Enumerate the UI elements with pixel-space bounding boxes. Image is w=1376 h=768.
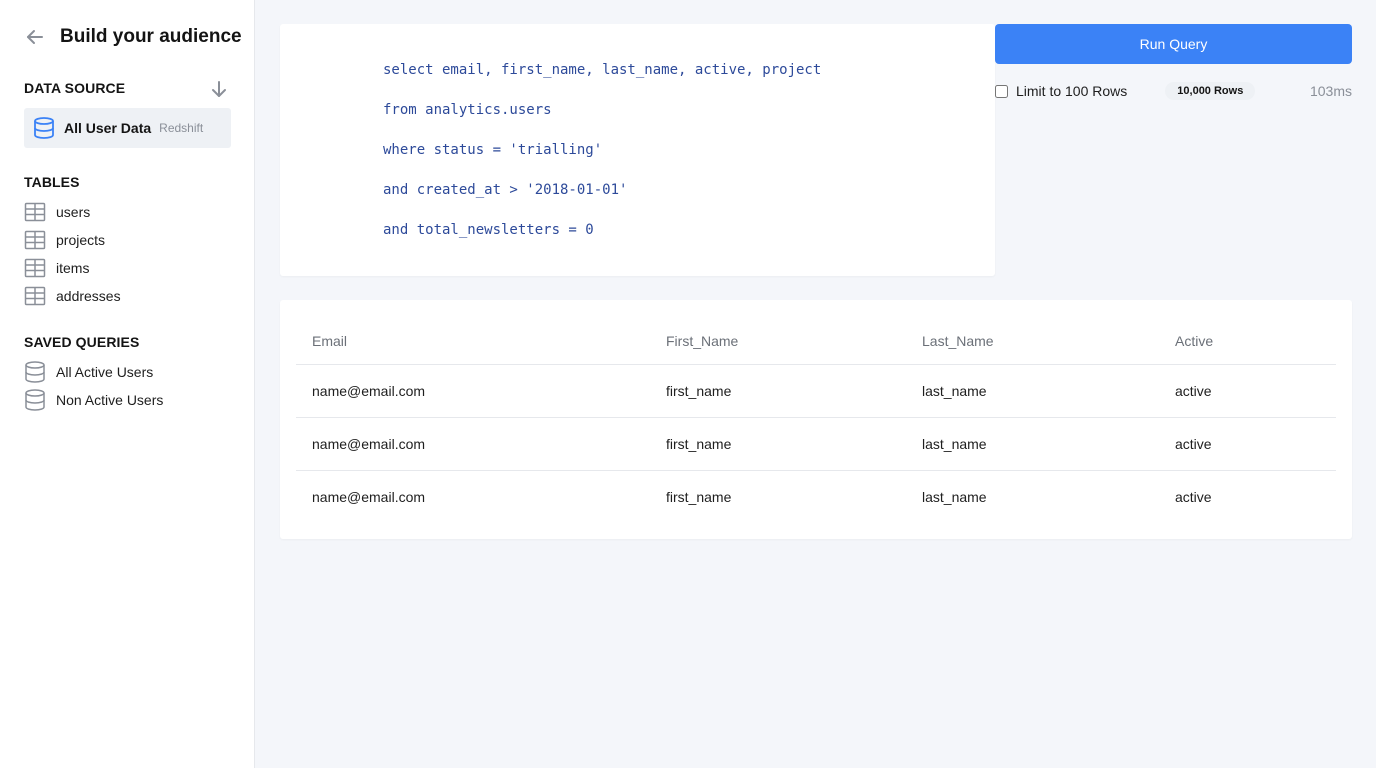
table-icon: [24, 229, 46, 251]
arrow-left-icon: [27, 30, 43, 44]
column-header-active: Active: [1159, 318, 1336, 365]
cell-active: active: [1159, 417, 1336, 471]
cell-first-name: first_name: [650, 364, 906, 418]
run-query-button[interactable]: Run Query: [995, 24, 1352, 64]
cell-last-name: last_name: [906, 417, 1159, 471]
query-options: Limit to 100 Rows 10,000 Rows 103ms: [995, 80, 1352, 102]
cell-active: active: [1175, 489, 1212, 505]
cell-email: name@email.com: [296, 417, 650, 471]
sql-line: and total_newsletters = 0: [383, 222, 594, 238]
sort-button[interactable]: [208, 78, 230, 100]
table-icon: [24, 285, 46, 307]
table-row: name@email.com first_name last_name acti…: [296, 471, 1336, 524]
cell-email: name@email.com: [312, 489, 426, 505]
limit-checkbox[interactable]: [995, 84, 1008, 98]
limit-label[interactable]: Limit to 100 Rows: [1016, 83, 1127, 99]
cell-first-name: first_name: [650, 417, 906, 471]
data-source-name: All User Data: [64, 120, 152, 136]
table-item-label: items: [56, 260, 90, 276]
table-icon: [24, 201, 46, 223]
sidebar: Build your audience DATA SOURCE All User…: [0, 0, 255, 768]
table-header-row: Email First_Name Last_Name Active: [296, 318, 1336, 365]
cell-first-name: first_name: [666, 489, 732, 505]
data-source-heading: DATA SOURCE: [24, 80, 126, 96]
database-icon: [33, 117, 55, 139]
table-row: name@email.com first_name last_name acti…: [296, 417, 1336, 471]
cell-last-name: last_name: [922, 489, 987, 505]
sql-line: where status = 'trialling': [383, 142, 603, 158]
table-item-projects[interactable]: projects: [24, 226, 121, 254]
database-icon: [24, 361, 46, 383]
saved-query-label: All Active Users: [56, 364, 154, 380]
column-header-email: Email: [296, 318, 650, 365]
saved-query-non-active-users[interactable]: Non Active Users: [24, 386, 163, 414]
table-item-users[interactable]: users: [24, 198, 121, 226]
sql-line: and created_at > '2018-01-01': [383, 182, 628, 198]
table-item-label: addresses: [56, 288, 121, 304]
cell-email: name@email.com: [296, 364, 650, 418]
sidebar-header: Build your audience: [24, 26, 242, 48]
cell-last-name: last_name: [906, 364, 1159, 418]
back-button[interactable]: [24, 26, 46, 48]
saved-query-label: Non Active Users: [56, 392, 164, 408]
table-item-addresses[interactable]: addresses: [24, 282, 121, 310]
tables-list: users projects items addresses: [24, 198, 121, 310]
row-count-badge: 10,000 Rows: [1165, 82, 1256, 100]
column-header-last-name: Last_Name: [906, 318, 1159, 365]
database-icon: [24, 389, 46, 411]
sql-code: select email, first_name, last_name, act…: [383, 60, 821, 260]
sql-line: from analytics.users: [383, 102, 552, 118]
arrow-down-icon: [212, 81, 226, 97]
sql-line: select email, first_name, last_name, act…: [383, 62, 822, 78]
data-source-type: Redshift: [159, 121, 204, 135]
cell-active: active: [1159, 364, 1336, 418]
table-item-items[interactable]: items: [24, 254, 121, 282]
results-panel: Email First_Name Last_Name Active name@e…: [280, 300, 1352, 539]
table-item-label: projects: [56, 232, 106, 248]
saved-queries-heading: SAVED QUERIES: [24, 334, 140, 350]
results-table: Email First_Name Last_Name Active name@e…: [296, 318, 1336, 523]
page-title: Build your audience: [60, 26, 242, 47]
saved-queries-list: All Active Users Non Active Users: [24, 358, 163, 414]
query-timing: 103ms: [1309, 83, 1352, 99]
table-item-label: users: [56, 204, 91, 220]
table-icon: [24, 257, 46, 279]
table-row: name@email.com first_name last_name acti…: [296, 364, 1336, 418]
saved-query-all-active-users[interactable]: All Active Users: [24, 358, 163, 386]
tables-heading: TABLES: [24, 174, 80, 190]
data-source-card[interactable]: All User Data Redshift: [24, 108, 231, 148]
sql-editor[interactable]: select email, first_name, last_name, act…: [280, 24, 995, 276]
column-header-first-name: First_Name: [650, 318, 906, 365]
